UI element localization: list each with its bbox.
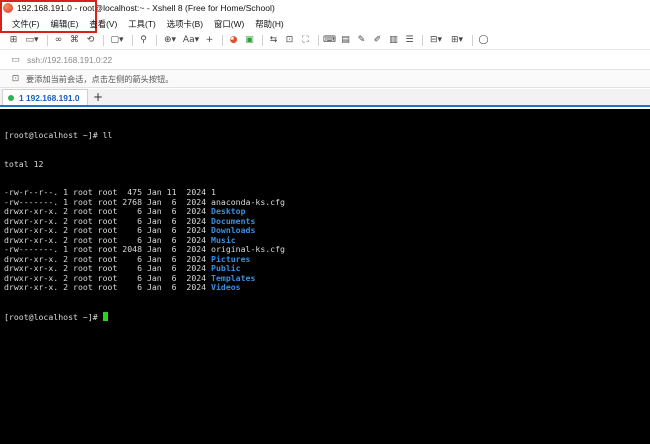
tab-bar: 1 192.168.191.0 + (0, 89, 650, 107)
file-meta: drwxr-xr-x. 2 root root 6 Jan 6 2024 (4, 263, 212, 273)
compose-icon[interactable]: ✐ (372, 35, 383, 46)
file-name: anaconda-ks.cfg (211, 196, 285, 207)
directory-name: Desktop (211, 206, 246, 216)
toolbar-separator (156, 35, 157, 46)
tab-label: 1 192.168.191.0 (19, 92, 80, 103)
directory-name: Music (211, 234, 236, 245)
reconnect-icon[interactable]: ⟲ (85, 35, 96, 46)
menu-help[interactable]: 帮助(H) (255, 18, 283, 30)
file-meta: drwxr-xr-x. 2 root root 6 Jan 6 2024 (4, 272, 212, 283)
file-listing: -rw-r--r--. 1 root root 475 Jan 11 2024 … (4, 187, 650, 293)
file-meta: drwxr-xr-x. 2 root root 6 Jan 6 2024 (4, 253, 212, 264)
lock-icon[interactable]: ⊡ (284, 35, 295, 46)
menu-tools[interactable]: 工具(T) (128, 18, 155, 30)
font-icon[interactable]: Aa▾ (183, 35, 199, 46)
fullscreen-icon[interactable]: ⛶ (300, 35, 311, 46)
tab-session[interactable]: 1 192.168.191.0 (2, 89, 88, 105)
new-session-icon[interactable]: ⊞ (8, 35, 19, 46)
toolbar-separator (47, 35, 48, 46)
address-input[interactable]: ssh://192.168.191.0:22 (27, 55, 112, 65)
xmanager-icon[interactable]: ▣ (244, 35, 255, 46)
directory-name: Pictures (211, 253, 251, 264)
window-title: 192.168.191.0 - root@localhost:~ - Xshel… (17, 3, 275, 13)
command: ll (102, 130, 113, 140)
file-meta: -rw-------. 1 root root 2048 Jan 6 2024 (4, 244, 212, 254)
terminal-line-prompt: [root@localhost ~]# (4, 311, 650, 322)
file-meta: drwxr-xr-x. 2 root root 6 Jan 6 2024 (4, 282, 212, 292)
add-tab-button[interactable]: + (91, 89, 105, 105)
terminal-output[interactable]: [root@localhost ~]# ll total 12 -rw-r--r… (0, 109, 650, 444)
toolbar-separator (472, 35, 473, 46)
file-meta: drwxr-xr-x. 2 root root 6 Jan 6 2024 (4, 206, 212, 216)
open-folder-icon[interactable]: ▭▾ (24, 35, 40, 46)
file-meta: drwxr-xr-x. 2 root root 6 Jan 6 2024 (4, 225, 212, 235)
prompt: [root@localhost ~]# (4, 130, 103, 140)
terminal-line-command: [root@localhost ~]# ll (4, 130, 650, 141)
menu-edit[interactable]: 编辑(E) (50, 18, 78, 30)
file-name: 1 (211, 187, 216, 197)
file-row: drwxr-xr-x. 2 root root 6 Jan 6 2024 Vid… (4, 282, 650, 293)
file-meta: drwxr-xr-x. 2 root root 6 Jan 6 2024 (4, 234, 212, 245)
bookmark-arrow-icon[interactable]: ⊡ (10, 73, 21, 84)
toolbar-separator (262, 35, 263, 46)
prompt: [root@localhost ~]# (4, 311, 103, 322)
tab-layout-icon[interactable]: ⊟▾ (428, 35, 444, 46)
file-meta: drwxr-xr-x. 2 root root 6 Jan 6 2024 (4, 215, 212, 226)
list-icon[interactable]: ☰ (404, 35, 415, 46)
terminal-line-total: total 12 (4, 158, 44, 169)
file-meta: -rw-r--r--. 1 root root 475 Jan 11 2024 (4, 187, 212, 197)
directory-name: Videos (211, 282, 241, 292)
help-icon[interactable]: ◯ (478, 35, 489, 46)
toolbar-separator (103, 35, 104, 46)
file-name: original-ks.cfg (211, 244, 285, 254)
menu-tabs[interactable]: 选项卡(B) (167, 18, 203, 30)
session-address-icon[interactable]: ▭ (10, 54, 21, 65)
link-icon[interactable]: ∞ (53, 35, 64, 46)
menu-file[interactable]: 文件(F) (12, 18, 39, 30)
globe-icon[interactable]: ⊕▾ (162, 35, 178, 46)
title-bar: 192.168.191.0 - root@localhost:~ - Xshel… (0, 0, 650, 16)
directory-name: Documents (211, 215, 256, 226)
keyboard-icon[interactable]: ⌨ (323, 35, 336, 46)
unlink-icon[interactable]: ⌘ (69, 35, 80, 46)
toolbar-separator (222, 35, 223, 46)
menu-bar: 文件(F) 编辑(E) 查看(V) 工具(T) 选项卡(B) 窗口(W) 帮助(… (0, 16, 650, 32)
transfer-icon[interactable]: ⇆ (268, 35, 279, 46)
search-icon[interactable]: ⚲ (138, 35, 149, 46)
toolbar-separator (422, 35, 423, 46)
connected-status-icon (8, 94, 14, 101)
split-icon[interactable]: ⊞▾ (449, 35, 465, 46)
directory-name: Public (211, 263, 241, 273)
file-meta: -rw-------. 1 root root 2768 Jan 6 2024 (4, 196, 212, 207)
edit-icon[interactable]: ✎ (356, 35, 367, 46)
address-bar: ▭ ssh://192.168.191.0:22 (0, 50, 650, 70)
directory-name: Templates (211, 272, 256, 283)
info-text: 要添加当前会话，点击左侧的箭头按钮。 (26, 74, 174, 84)
toolbar-separator (318, 35, 319, 46)
toolbar-separator (132, 35, 133, 46)
session-info-bar: ⊡ 要添加当前会话，点击左侧的箭头按钮。 (0, 70, 650, 88)
script-icon[interactable]: ▤ (340, 35, 351, 46)
xftp-icon[interactable]: ◕ (228, 35, 239, 46)
menu-view[interactable]: 查看(V) (89, 18, 117, 30)
xshell-app-icon[interactable] (3, 3, 13, 13)
copy-icon[interactable]: ▢▾ (109, 35, 125, 46)
terminal-cursor (102, 311, 108, 321)
toolbar: ⊞ ▭▾ ∞ ⌘ ⟲ ▢▾ ⚲ ⊕▾ Aa▾ + ◕ ▣ ⇆ ⊡ ⛶ ⌨ ▤ ✎… (0, 32, 650, 50)
plus-icon[interactable]: + (204, 35, 215, 46)
paste-icon[interactable]: ▥ (388, 35, 399, 46)
directory-name: Downloads (211, 225, 256, 235)
menu-window[interactable]: 窗口(W) (214, 18, 244, 30)
